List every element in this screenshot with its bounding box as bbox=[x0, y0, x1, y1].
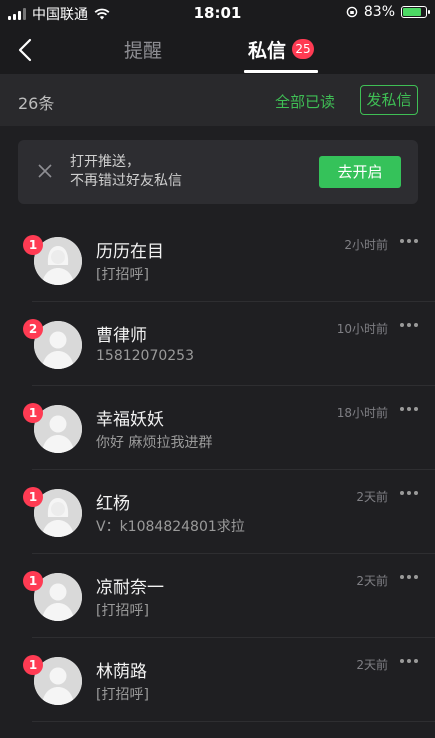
message-item[interactable]: 1 林荫路 [打招呼] 2天前 bbox=[0, 638, 435, 722]
message-time: 10小时前 bbox=[336, 322, 388, 336]
message-item[interactable]: 1 凉耐奈一 [打招呼] 2天前 bbox=[0, 554, 435, 638]
divider bbox=[32, 721, 435, 722]
status-right: 83% bbox=[346, 4, 430, 20]
tab-remind[interactable]: 提醒 bbox=[124, 36, 162, 63]
close-icon[interactable] bbox=[38, 164, 52, 178]
message-preview: 15812070253 bbox=[96, 348, 194, 364]
message-time: 2天前 bbox=[356, 490, 388, 504]
message-preview: [打招呼] bbox=[96, 267, 149, 283]
more-options-icon[interactable] bbox=[400, 570, 420, 584]
tab-unread-badge: 25 bbox=[292, 39, 314, 59]
more-options-icon[interactable] bbox=[400, 654, 420, 668]
message-item[interactable]: 1 红杨 V：k1084824801求拉 2天前 bbox=[0, 470, 435, 554]
more-options-icon[interactable] bbox=[400, 402, 420, 416]
message-time: 2小时前 bbox=[344, 238, 388, 252]
nav-bar: 提醒 私信 25 bbox=[0, 26, 435, 74]
unread-badge: 1 bbox=[23, 235, 43, 255]
banner-text: 打开推送， 不再错过好友私信 bbox=[70, 153, 182, 191]
message-item[interactable]: 2 曹律师 15812070253 10小时前 bbox=[0, 302, 435, 386]
sender-name: 历历在目 bbox=[96, 242, 164, 262]
status-bar: 中国联通 18:01 83% bbox=[0, 0, 435, 26]
enable-push-button[interactable]: 去开启 bbox=[319, 156, 401, 188]
message-time: 2天前 bbox=[356, 658, 388, 672]
message-preview: [打招呼] bbox=[96, 603, 149, 619]
unread-badge: 2 bbox=[23, 319, 43, 339]
message-toolbar: 26条 全部已读 发私信 bbox=[0, 74, 435, 126]
message-preview: V：k1084824801求拉 bbox=[96, 519, 245, 535]
sender-name: 凉耐奈一 bbox=[96, 578, 164, 598]
message-list: 1 历历在目 [打招呼] 2小时前 2 曹律师 15812070253 10小时… bbox=[0, 218, 435, 722]
banner-line-2: 不再错过好友私信 bbox=[70, 173, 182, 189]
rotation-lock-icon bbox=[346, 6, 358, 18]
sender-name: 幸福妖妖 bbox=[96, 410, 164, 430]
sender-name: 林荫路 bbox=[96, 662, 147, 682]
unread-badge: 1 bbox=[23, 403, 43, 423]
more-options-icon[interactable] bbox=[400, 318, 420, 332]
message-count: 26条 bbox=[18, 94, 55, 113]
tab-private-message[interactable]: 私信 bbox=[248, 36, 286, 63]
unread-badge: 1 bbox=[23, 487, 43, 507]
push-notification-banner: 打开推送， 不再错过好友私信 去开启 bbox=[18, 140, 418, 204]
battery-icon bbox=[401, 6, 430, 18]
message-preview: [打招呼] bbox=[96, 687, 149, 703]
battery-percent: 83% bbox=[363, 4, 395, 20]
active-tab-indicator bbox=[244, 70, 318, 73]
unread-badge: 1 bbox=[23, 571, 43, 591]
more-options-icon[interactable] bbox=[400, 486, 420, 500]
message-item[interactable]: 1 幸福妖妖 你好 麻烦拉我进群 18小时前 bbox=[0, 386, 435, 470]
message-time: 18小时前 bbox=[336, 406, 388, 420]
unread-badge: 1 bbox=[23, 655, 43, 675]
message-time: 2天前 bbox=[356, 574, 388, 588]
banner-line-1: 打开推送， bbox=[70, 154, 140, 170]
sender-name: 红杨 bbox=[96, 494, 130, 514]
sender-name: 曹律师 bbox=[96, 326, 147, 346]
mark-all-read-button[interactable]: 全部已读 bbox=[275, 91, 335, 112]
message-preview: 你好 麻烦拉我进群 bbox=[96, 435, 213, 451]
message-item[interactable]: 1 历历在目 [打招呼] 2小时前 bbox=[0, 218, 435, 302]
send-message-button[interactable]: 发私信 bbox=[360, 85, 418, 115]
more-options-icon[interactable] bbox=[400, 234, 420, 248]
back-arrow-icon[interactable] bbox=[14, 36, 38, 64]
